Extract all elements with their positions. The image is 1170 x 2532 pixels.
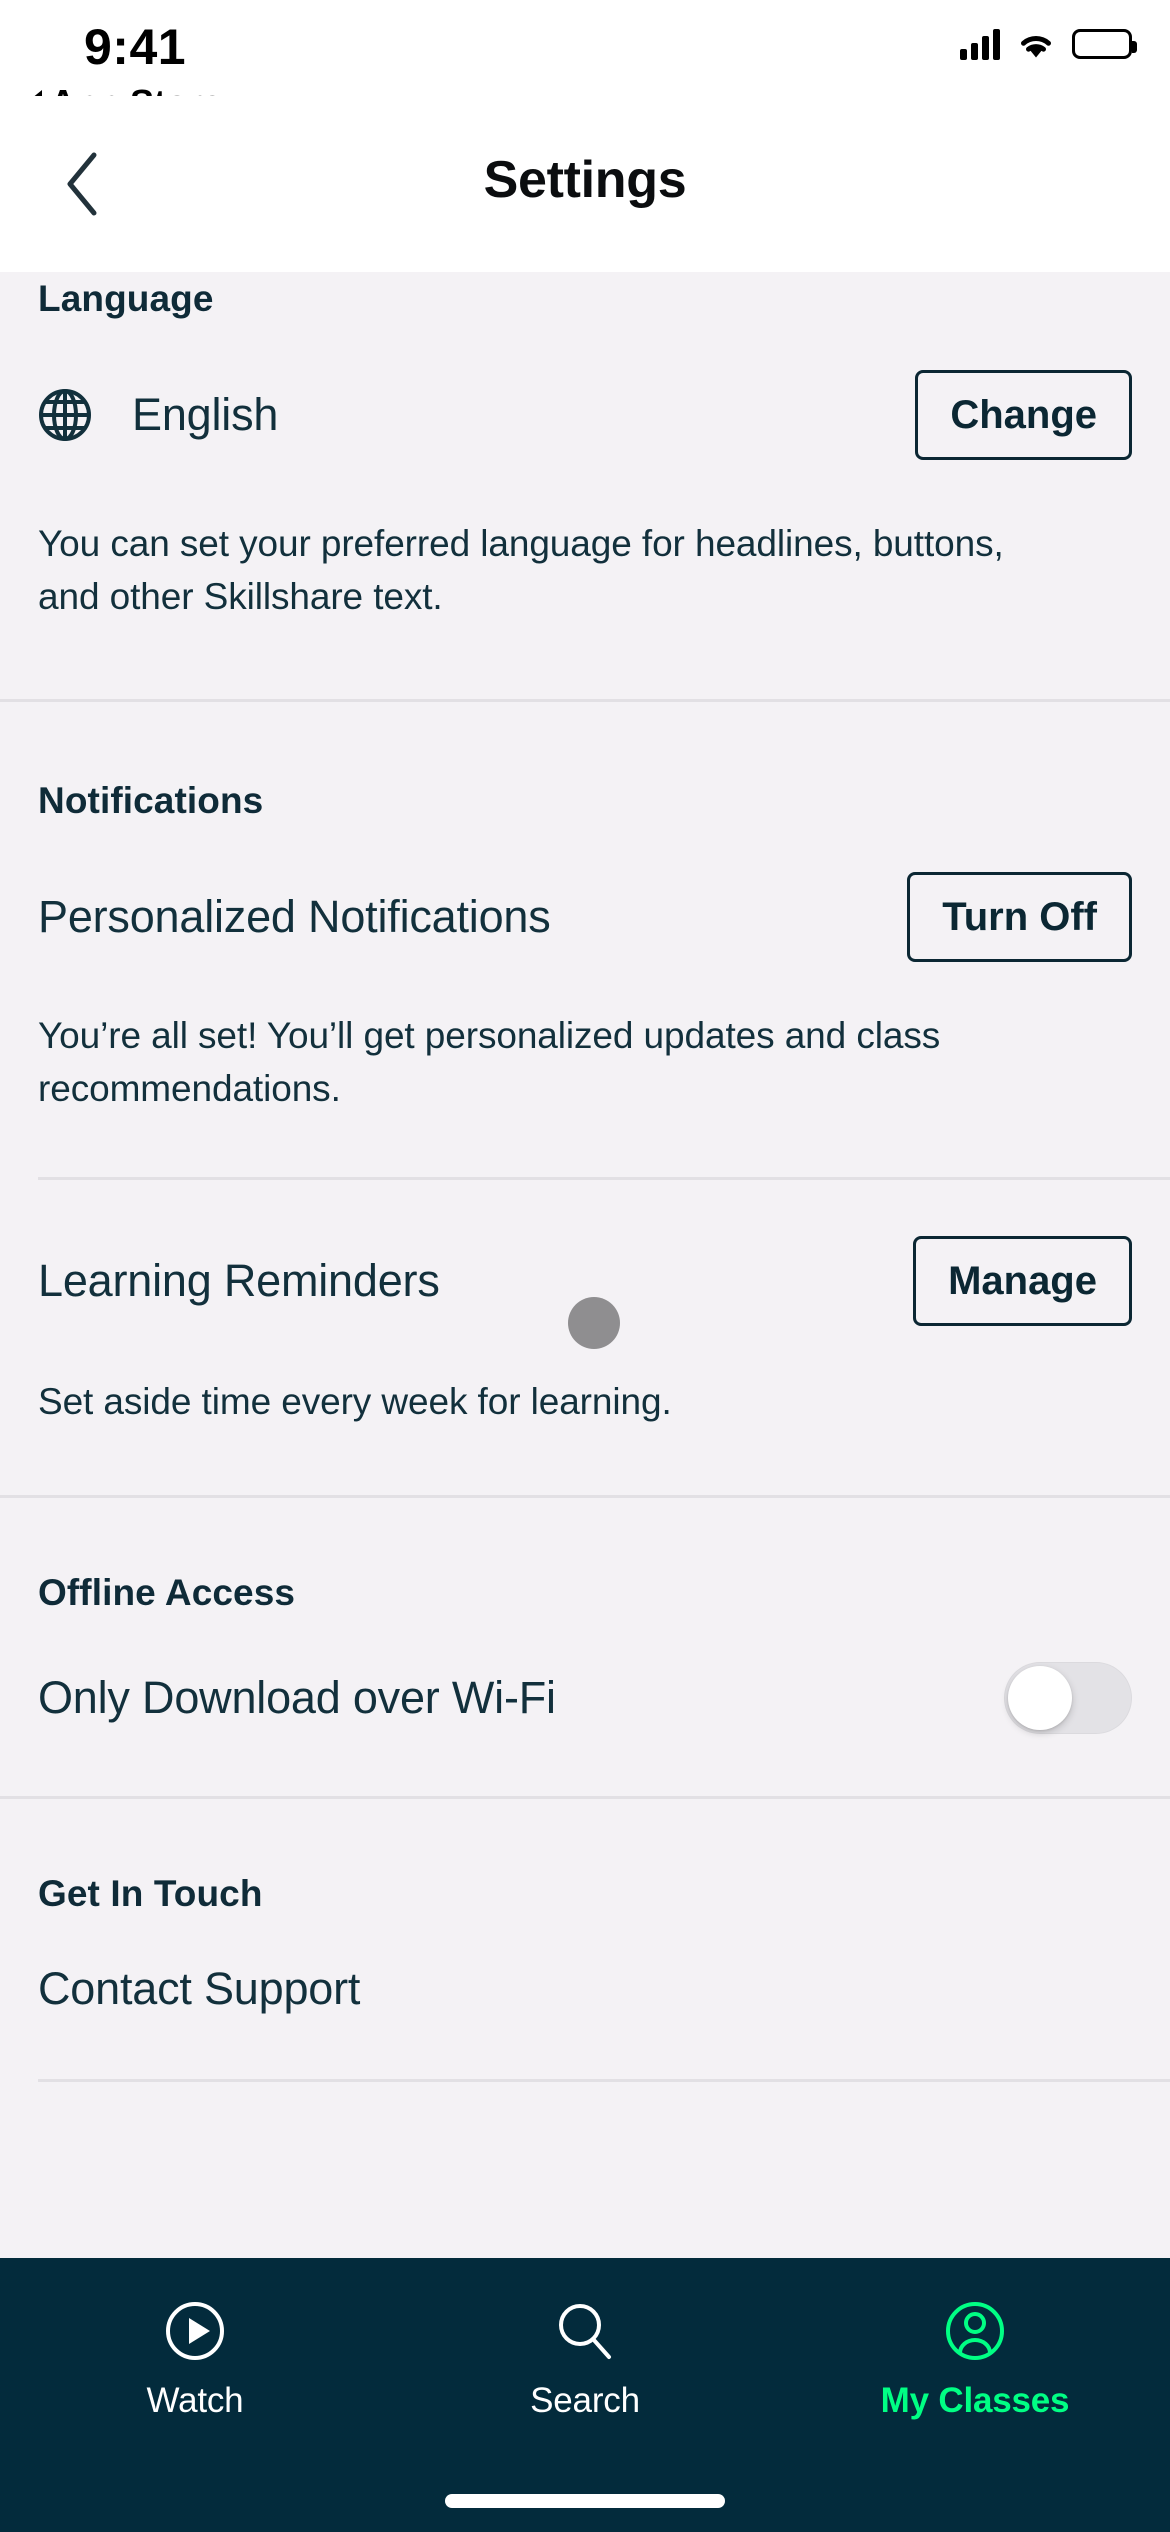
section-offline-access: Offline Access Only Download over Wi-Fi bbox=[0, 1498, 1170, 1734]
tab-my-classes-label: My Classes bbox=[880, 2381, 1070, 2420]
personalized-notifications-description: You’re all set! You’ll get personalized … bbox=[38, 1015, 941, 1109]
section-learning-reminders: Learning Reminders Manage Set aside time… bbox=[0, 1180, 1170, 1429]
learning-reminders-row: Learning Reminders Manage bbox=[38, 1236, 1132, 1327]
wifi-icon bbox=[1016, 28, 1056, 60]
status-bar-time: 9:41 bbox=[84, 19, 187, 75]
cellular-bars-icon bbox=[960, 28, 1000, 60]
settings-scroll-area[interactable]: Language English Change You can set your… bbox=[0, 272, 1170, 2258]
tab-search[interactable]: Search bbox=[390, 2300, 780, 2421]
globe-icon bbox=[38, 388, 92, 442]
toggle-knob bbox=[1008, 1665, 1072, 1730]
contact-support-label: Contact Support bbox=[38, 1962, 361, 2014]
tab-watch[interactable]: Watch bbox=[0, 2300, 390, 2421]
row-divider bbox=[38, 2078, 1170, 2082]
person-circle-icon bbox=[944, 2300, 1006, 2367]
section-notifications: Notifications Personalized Notifications… bbox=[0, 702, 1170, 1115]
tab-search-label: Search bbox=[530, 2381, 640, 2420]
magnifier-icon bbox=[554, 2300, 616, 2367]
section-get-in-touch: Get In Touch Contact Support bbox=[0, 1799, 1170, 2015]
navigation-bar: Settings bbox=[0, 96, 1170, 272]
home-indicator bbox=[445, 2494, 725, 2508]
section-heading-language: Language bbox=[38, 278, 214, 319]
wifi-only-row: Only Download over Wi-Fi bbox=[38, 1661, 1132, 1734]
language-value: English bbox=[132, 389, 279, 440]
page-title: Settings bbox=[483, 151, 687, 209]
change-language-button[interactable]: Change bbox=[915, 370, 1132, 460]
tab-bar: Watch Search My Classes bbox=[0, 2258, 1170, 2532]
personalized-notifications-label: Personalized Notifications bbox=[38, 891, 551, 943]
language-description: You can set your preferred language for … bbox=[38, 523, 1004, 617]
learning-reminders-label: Learning Reminders bbox=[38, 1255, 440, 1307]
wifi-only-toggle[interactable] bbox=[1004, 1661, 1132, 1734]
manage-reminders-button[interactable]: Manage bbox=[913, 1236, 1132, 1327]
tab-watch-label: Watch bbox=[146, 2381, 244, 2420]
section-heading-offline-access: Offline Access bbox=[38, 1571, 296, 1613]
language-value-group: English bbox=[38, 388, 278, 442]
section-heading-notifications: Notifications bbox=[38, 780, 264, 822]
language-row: English Change bbox=[38, 370, 1132, 460]
wifi-only-label: Only Download over Wi-Fi bbox=[38, 1671, 556, 1723]
personalized-notifications-row: Personalized Notifications Turn Off bbox=[38, 872, 1132, 963]
play-circle-icon bbox=[164, 2300, 226, 2367]
app-screen: 9:41 App Store Settings bbox=[0, 0, 1170, 2532]
learning-reminders-description: Set aside time every week for learning. bbox=[38, 1381, 672, 1423]
section-heading-get-in-touch: Get In Touch bbox=[38, 1872, 263, 1914]
battery-full-icon bbox=[1072, 29, 1137, 59]
status-bar: 9:41 App Store bbox=[0, 0, 1170, 123]
status-bar-indicators bbox=[960, 28, 1137, 60]
tab-my-classes[interactable]: My Classes bbox=[780, 2300, 1170, 2421]
section-language: Language English Change You can set your… bbox=[0, 272, 1170, 623]
contact-support-row[interactable]: Contact Support bbox=[38, 1963, 1132, 2015]
turn-off-notifications-button[interactable]: Turn Off bbox=[907, 872, 1132, 963]
